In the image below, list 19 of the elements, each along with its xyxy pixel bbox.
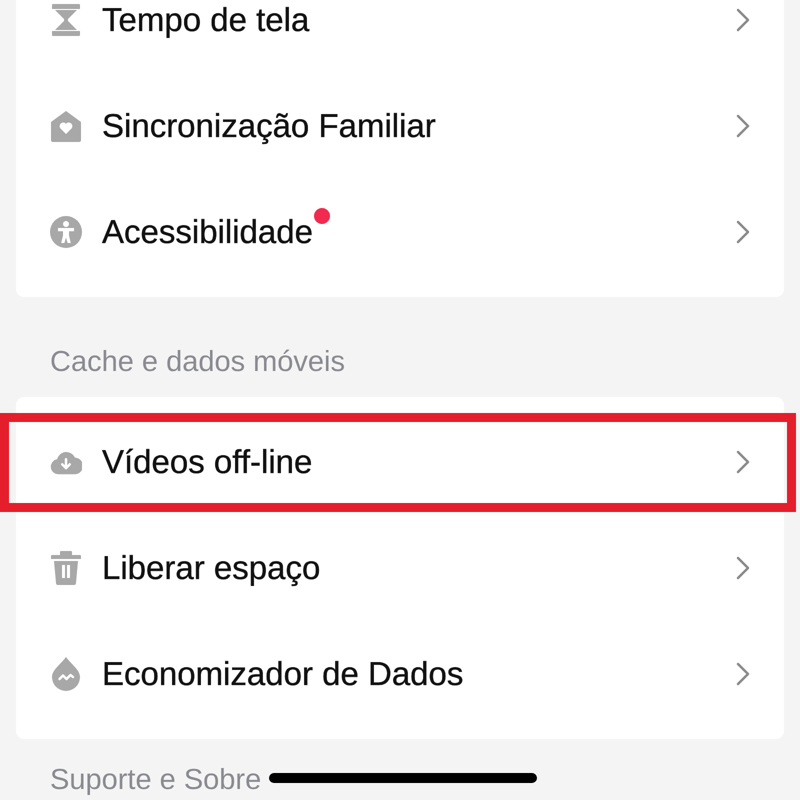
menu-item[interactable]: Acessibilidade [16, 179, 784, 285]
menu-item[interactable]: Economizador de Dados [16, 621, 784, 727]
droplet-icon [51, 657, 81, 691]
chevron-right-icon [736, 450, 750, 474]
menu-item[interactable]: Vídeos off-line [16, 409, 784, 515]
chevron-right-icon [736, 556, 750, 580]
chevron-right-icon [736, 114, 750, 138]
house-heart-icon [50, 110, 82, 142]
hourglass-icon [51, 4, 81, 36]
accessibility-icon [50, 216, 82, 248]
trash-icon [51, 551, 81, 585]
chevron-right-icon [736, 220, 750, 244]
menu-item[interactable]: Sincronização Familiar [16, 73, 784, 179]
chevron-right-icon [736, 8, 750, 32]
menu-item[interactable]: Tempo de tela [16, 0, 784, 73]
chevron-right-icon [736, 662, 750, 686]
section-header: Suporte e Sobre [50, 763, 262, 798]
section-header: Cache e dados móveis [50, 345, 345, 380]
menu-item[interactable]: Liberar espaço [16, 515, 784, 621]
